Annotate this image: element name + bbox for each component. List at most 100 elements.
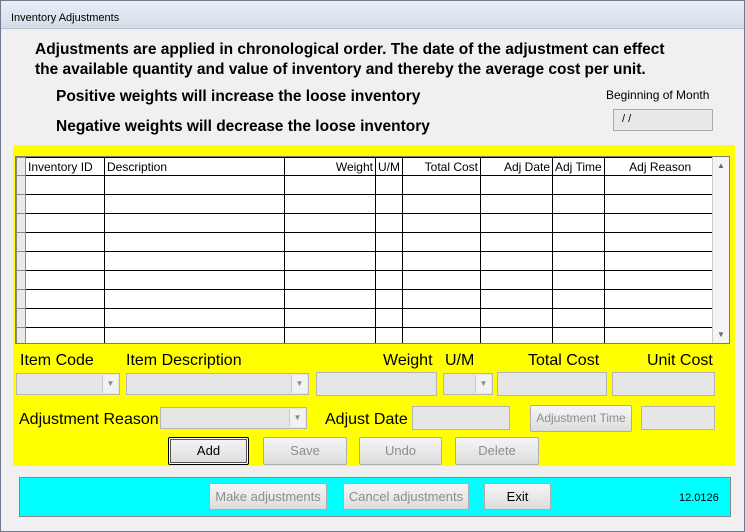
- table-cell[interactable]: [104, 251, 285, 271]
- table-cell[interactable]: [552, 232, 605, 252]
- table-cell[interactable]: [375, 289, 403, 309]
- adjustments-grid[interactable]: Inventory ID Description Weight U/M Tota…: [15, 156, 730, 344]
- table-cell[interactable]: [25, 270, 105, 290]
- chevron-down-icon[interactable]: ▼: [102, 375, 118, 393]
- table-cell[interactable]: [402, 327, 481, 343]
- um-select[interactable]: ▼: [443, 373, 493, 395]
- scroll-down-icon[interactable]: ▼: [713, 326, 729, 343]
- table-cell[interactable]: [402, 251, 481, 271]
- column-header[interactable]: Total Cost: [402, 157, 481, 176]
- delete-button[interactable]: Delete: [455, 437, 539, 465]
- row-selector[interactable]: [16, 213, 26, 233]
- column-header[interactable]: U/M: [375, 157, 403, 176]
- table-cell[interactable]: [375, 308, 403, 328]
- table-row[interactable]: [16, 270, 717, 290]
- table-cell[interactable]: [375, 175, 403, 195]
- table-cell[interactable]: [375, 251, 403, 271]
- table-row[interactable]: [16, 289, 717, 309]
- table-cell[interactable]: [25, 232, 105, 252]
- make-adjustments-button[interactable]: Make adjustments: [209, 483, 327, 510]
- adjust-date-input[interactable]: [412, 406, 510, 430]
- table-cell[interactable]: [552, 289, 605, 309]
- total-cost-input[interactable]: [497, 372, 607, 396]
- table-cell[interactable]: [552, 194, 605, 214]
- table-cell[interactable]: [284, 232, 376, 252]
- cancel-adjustments-button[interactable]: Cancel adjustments: [343, 483, 469, 510]
- table-cell[interactable]: [402, 194, 481, 214]
- chevron-down-icon[interactable]: ▼: [289, 409, 305, 427]
- grid-scrollbar[interactable]: ▲ ▼: [712, 157, 729, 343]
- item-description-select[interactable]: ▼: [126, 373, 309, 395]
- table-cell[interactable]: [552, 327, 605, 343]
- table-cell[interactable]: [480, 327, 553, 343]
- table-cell[interactable]: [402, 289, 481, 309]
- table-cell[interactable]: [25, 213, 105, 233]
- table-cell[interactable]: [284, 327, 376, 343]
- table-cell[interactable]: [104, 175, 285, 195]
- table-cell[interactable]: [25, 289, 105, 309]
- table-cell[interactable]: [552, 213, 605, 233]
- column-header[interactable]: Adj Reason: [603, 157, 717, 176]
- row-selector[interactable]: [16, 289, 26, 309]
- table-cell[interactable]: [284, 194, 376, 214]
- table-cell[interactable]: [25, 308, 105, 328]
- table-cell[interactable]: [375, 232, 403, 252]
- row-selector[interactable]: [16, 175, 26, 195]
- row-selector[interactable]: [16, 194, 26, 214]
- add-button[interactable]: Add: [168, 437, 249, 465]
- column-header[interactable]: Adj Date: [480, 157, 553, 176]
- table-cell[interactable]: [603, 194, 717, 214]
- table-cell[interactable]: [603, 232, 717, 252]
- table-cell[interactable]: [104, 213, 285, 233]
- table-cell[interactable]: [603, 289, 717, 309]
- table-cell[interactable]: [603, 213, 717, 233]
- table-row[interactable]: [16, 194, 717, 214]
- table-cell[interactable]: [480, 270, 553, 290]
- table-cell[interactable]: [104, 289, 285, 309]
- table-cell[interactable]: [480, 289, 553, 309]
- adjustment-time-button[interactable]: Adjustment Time: [530, 405, 632, 432]
- table-cell[interactable]: [284, 308, 376, 328]
- table-cell[interactable]: [603, 270, 717, 290]
- table-cell[interactable]: [480, 308, 553, 328]
- row-selector[interactable]: [16, 251, 26, 271]
- table-cell[interactable]: [480, 251, 553, 271]
- table-cell[interactable]: [603, 175, 717, 195]
- table-row[interactable]: [16, 232, 717, 252]
- table-cell[interactable]: [480, 232, 553, 252]
- table-row[interactable]: [16, 308, 717, 328]
- table-cell[interactable]: [25, 194, 105, 214]
- table-cell[interactable]: [284, 175, 376, 195]
- table-cell[interactable]: [104, 308, 285, 328]
- weight-input[interactable]: [316, 372, 437, 396]
- table-row[interactable]: [16, 327, 717, 343]
- row-selector[interactable]: [16, 270, 26, 290]
- row-selector[interactable]: [16, 308, 26, 328]
- table-cell[interactable]: [25, 251, 105, 271]
- scroll-up-icon[interactable]: ▲: [713, 157, 729, 174]
- table-cell[interactable]: [603, 251, 717, 271]
- table-cell[interactable]: [375, 213, 403, 233]
- table-row[interactable]: [16, 175, 717, 195]
- table-cell[interactable]: [25, 327, 105, 343]
- table-cell[interactable]: [552, 270, 605, 290]
- table-cell[interactable]: [375, 194, 403, 214]
- table-cell[interactable]: [480, 175, 553, 195]
- table-cell[interactable]: [375, 270, 403, 290]
- table-cell[interactable]: [552, 308, 605, 328]
- table-cell[interactable]: [284, 289, 376, 309]
- table-cell[interactable]: [402, 270, 481, 290]
- table-cell[interactable]: [284, 213, 376, 233]
- table-cell[interactable]: [552, 175, 605, 195]
- adjustment-reason-select[interactable]: ▼: [160, 407, 307, 429]
- table-row[interactable]: [16, 213, 717, 233]
- table-cell[interactable]: [25, 175, 105, 195]
- exit-button[interactable]: Exit: [484, 483, 551, 510]
- table-cell[interactable]: [603, 327, 717, 343]
- table-cell[interactable]: [402, 232, 481, 252]
- row-selector[interactable]: [16, 232, 26, 252]
- table-cell[interactable]: [104, 270, 285, 290]
- column-header[interactable]: Adj Time: [552, 157, 605, 176]
- table-cell[interactable]: [603, 308, 717, 328]
- unit-cost-input[interactable]: [612, 372, 715, 396]
